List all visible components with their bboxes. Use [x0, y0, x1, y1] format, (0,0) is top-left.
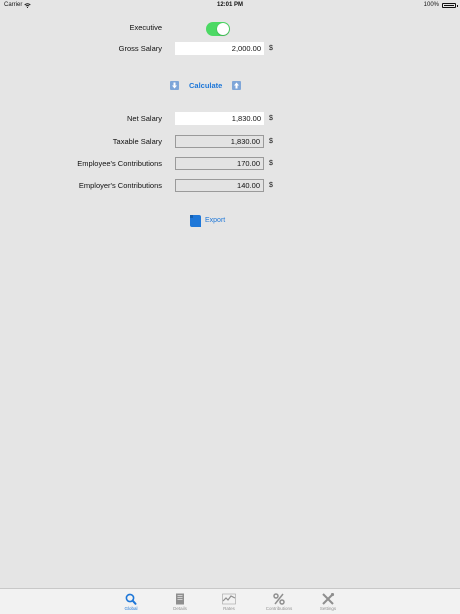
tab-contributions[interactable]: Contributions — [259, 592, 299, 611]
export-button[interactable]: Export — [189, 214, 239, 228]
calculate-label: Calculate — [189, 81, 223, 90]
executive-row: Executive — [0, 20, 460, 36]
tab-settings[interactable]: Settings — [308, 592, 348, 611]
employee-contributions-currency: $ — [269, 160, 273, 167]
employer-contributions-row: Employer's Contributions 140.00 $ — [0, 178, 460, 194]
tab-contributions-label: Contributions — [265, 606, 293, 611]
taxable-salary-value: 1,830.00 — [175, 135, 264, 148]
tab-global-label: Global — [124, 606, 138, 611]
tab-settings-label: Settings — [319, 606, 337, 611]
export-label: Export — [205, 217, 226, 224]
employer-contributions-value: 140.00 — [175, 179, 264, 192]
taxable-salary-currency: $ — [269, 138, 273, 145]
employer-contributions-currency: $ — [269, 182, 273, 189]
toggle-knob — [217, 23, 229, 35]
tools-icon — [321, 592, 335, 605]
taxable-salary-label: Taxable Salary — [112, 137, 162, 146]
tab-rates-label: Rates — [223, 606, 235, 611]
taxable-salary-row: Taxable Salary 1,830.00 $ — [0, 134, 460, 150]
status-time: 12:01 PM — [216, 2, 243, 8]
gross-salary-label: Gross Salary — [118, 44, 162, 53]
tab-bar: Global Details Rates Contributions Setti… — [0, 588, 460, 614]
employee-contributions-row: Employee's Contributions 170.00 $ — [0, 156, 460, 172]
export-document-icon — [190, 215, 201, 227]
arrow-up-icon — [232, 81, 241, 90]
status-right: 100% — [423, 2, 458, 8]
calculate-button[interactable]: Calculate — [170, 81, 242, 93]
gross-salary-row: Gross Salary $ — [0, 41, 460, 57]
employee-contributions-value: 170.00 — [175, 157, 264, 170]
gross-salary-input[interactable] — [175, 42, 264, 55]
net-salary-input[interactable] — [175, 112, 264, 125]
employee-contributions-label: Employee's Contributions — [77, 159, 162, 168]
battery-percent: 100% — [423, 2, 439, 8]
status-bar: Carrier 12:01 PM 100% — [0, 0, 460, 11]
tab-rates[interactable]: Rates — [209, 592, 249, 611]
tab-global[interactable]: Global — [111, 592, 151, 611]
net-salary-row: Net Salary $ — [0, 111, 460, 127]
executive-label: Executive — [129, 23, 162, 32]
battery-icon — [442, 2, 458, 8]
chart-line-icon — [222, 592, 236, 605]
document-icon — [173, 592, 187, 605]
tab-details-label: Details — [173, 606, 187, 611]
gross-salary-currency: $ — [269, 45, 273, 52]
percent-icon — [272, 592, 286, 605]
arrow-down-icon — [170, 81, 179, 90]
net-salary-label: Net Salary — [126, 114, 162, 123]
tab-details[interactable]: Details — [160, 592, 200, 611]
executive-toggle[interactable] — [206, 22, 230, 36]
search-icon — [124, 592, 138, 605]
employer-contributions-label: Employer's Contributions — [78, 181, 162, 190]
net-salary-currency: $ — [269, 115, 273, 122]
